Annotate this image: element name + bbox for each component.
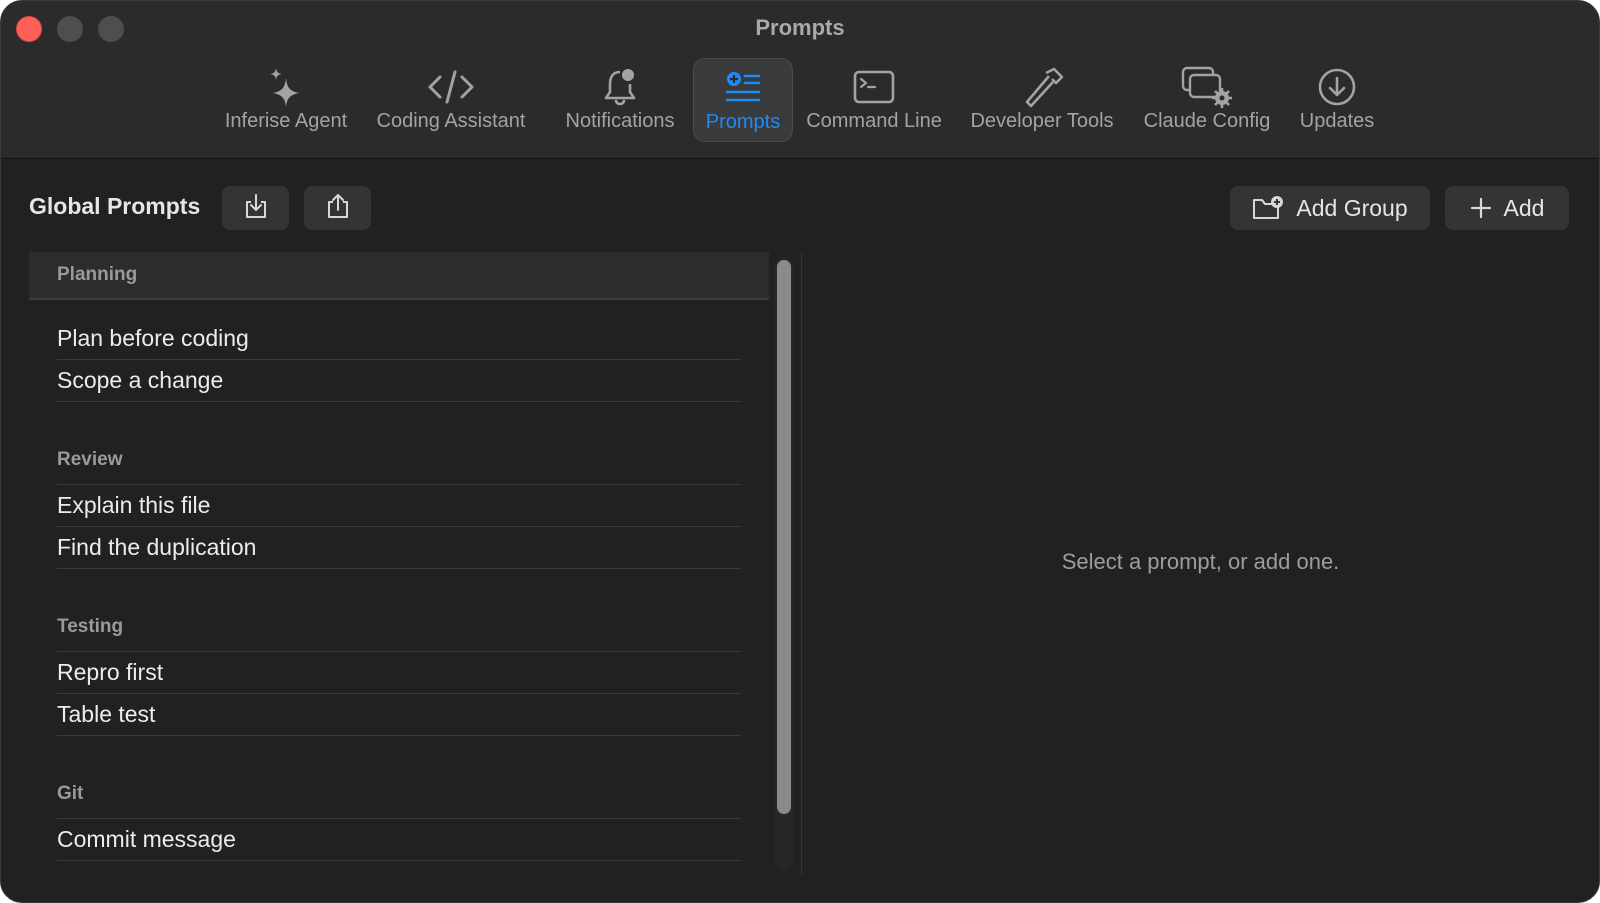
- tab-command-line[interactable]: Command Line: [801, 58, 947, 142]
- prompts-header: Global Prompts Add Group Add: [29, 186, 1571, 230]
- tab-claude-config[interactable]: Claude Config: [1133, 58, 1281, 142]
- folder-add-icon: [1252, 195, 1284, 221]
- bell-badge-icon: [600, 64, 640, 110]
- tab-inferise-agent[interactable]: Inferise Agent: [215, 58, 357, 142]
- group-header-testing: Testing: [29, 603, 769, 651]
- prompt-name: Commit message: [57, 826, 236, 852]
- prompt-name: Table test: [57, 701, 156, 727]
- tab-developer-tools[interactable]: Developer Tools: [963, 58, 1121, 142]
- windows-gear-icon: [1181, 64, 1233, 110]
- download-circle-icon: [1317, 64, 1357, 110]
- group-name: Testing: [57, 616, 124, 637]
- list-item[interactable]: Commit message: [57, 819, 741, 861]
- list-add-icon: [723, 65, 763, 111]
- plus-icon: [1470, 197, 1492, 219]
- list-item[interactable]: Plan before coding: [57, 318, 741, 360]
- export-button[interactable]: [304, 186, 371, 230]
- tab-label: Claude Config: [1143, 110, 1271, 132]
- empty-detail-message: Select a prompt, or add one.: [1061, 549, 1340, 574]
- prompt-name: Scope a change: [57, 367, 224, 393]
- import-button[interactable]: [222, 186, 289, 230]
- add-prompt-button[interactable]: Add: [1445, 186, 1569, 230]
- import-tray-icon: [243, 192, 269, 225]
- group-name: Git: [57, 783, 84, 804]
- list-item[interactable]: Repro first: [57, 652, 741, 694]
- tab-coding-assistant[interactable]: Coding Assistant: [371, 58, 531, 142]
- share-icon: [325, 192, 351, 225]
- code-brackets-icon: [426, 64, 476, 110]
- add-label: Add: [1503, 194, 1545, 221]
- list-item[interactable]: Find the duplication: [57, 527, 741, 569]
- group-header-review: Review: [29, 436, 769, 484]
- group-header-planning: Planning: [29, 252, 769, 300]
- add-group-label: Add Group: [1296, 194, 1408, 221]
- group-header-git: Git: [29, 770, 769, 818]
- list-item[interactable]: Scope a change: [57, 360, 741, 402]
- tab-label: Notifications: [565, 110, 675, 132]
- terminal-icon: [852, 64, 896, 110]
- prompt-name: Repro first: [57, 659, 164, 685]
- list-item[interactable]: Explain this file: [57, 485, 741, 527]
- group-name: Planning: [57, 264, 138, 285]
- prompt-name: Explain this file: [57, 492, 211, 518]
- tab-prompts[interactable]: Prompts: [693, 58, 793, 142]
- page-title: Global Prompts: [29, 193, 201, 219]
- add-group-button[interactable]: Add Group: [1230, 186, 1430, 230]
- tab-label: Inferise Agent: [224, 110, 348, 132]
- toolbar: Inferise Agent Coding Assistant Notifica…: [1, 58, 1599, 142]
- window-title: Prompts: [755, 15, 845, 40]
- app-window: Prompts Inferise Agent Coding Assistant …: [0, 0, 1600, 903]
- prompt-name: Find the duplication: [57, 534, 257, 560]
- hammer-icon: [1019, 64, 1065, 110]
- list-scrollbar-thumb[interactable]: [777, 260, 791, 814]
- tab-label: Updates: [1299, 110, 1375, 132]
- tab-notifications[interactable]: Notifications: [547, 58, 693, 142]
- tab-label: Coding Assistant: [376, 110, 526, 132]
- tab-updates[interactable]: Updates: [1291, 58, 1383, 142]
- tab-label: Developer Tools: [970, 110, 1114, 132]
- prompt-list: Planning Plan before coding Scope a chan…: [29, 252, 769, 876]
- tab-label: Command Line: [806, 110, 942, 132]
- sparkle-icon: [266, 64, 306, 110]
- title-bar: Prompts Inferise Agent Coding Assistant …: [1, 1, 1599, 159]
- list-item[interactable]: Table test: [57, 694, 741, 736]
- tab-label: Prompts: [705, 111, 781, 133]
- prompt-name: Plan before coding: [57, 325, 249, 351]
- group-name: Review: [57, 449, 123, 470]
